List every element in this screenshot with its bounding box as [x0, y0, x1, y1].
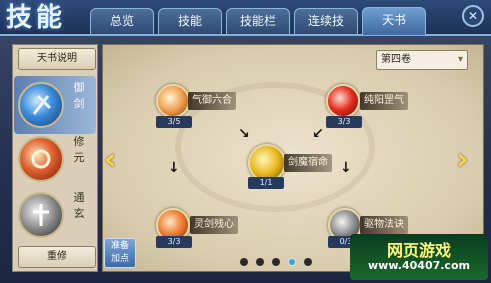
page-dot[interactable] [272, 258, 280, 266]
watermark-url: www.40407.com [368, 259, 470, 272]
reset-button[interactable]: 重修 [18, 246, 96, 268]
fire-orb-icon [18, 136, 64, 182]
skill-node-label: 驱物法诀 [360, 216, 408, 234]
sidebar-item-yujian[interactable]: 御剑 [14, 76, 96, 134]
sidebar-item-tongxuan[interactable]: 通玄 [14, 186, 96, 244]
skills-logo: 技能 [6, 3, 67, 33]
arrow-down-icon: ↓ [340, 160, 352, 176]
arrow-down-icon: ↓ [168, 160, 180, 176]
skill-node-label: 剑魔宿命 [284, 154, 332, 172]
tab-skills[interactable]: 技能 [158, 8, 222, 34]
tab-combo[interactable]: 连续技 [294, 8, 358, 34]
skill-node-count: 3/3 [156, 236, 192, 248]
sidebar-item-label: 修元 [73, 135, 85, 164]
page-dot[interactable] [256, 258, 264, 266]
tab-skill-bar[interactable]: 技能栏 [226, 8, 290, 34]
close-icon: ✕ [467, 9, 479, 23]
skill-orb-icon [326, 84, 360, 118]
arrow-down-left-icon: ↙ [312, 126, 324, 142]
chevron-down-icon: ▾ [457, 54, 463, 65]
prev-page-arrow-icon[interactable]: ‹ [104, 145, 120, 179]
next-page-arrow-icon[interactable]: › [456, 145, 472, 179]
sidebar-item-xiuyuan[interactable]: 修元 [14, 130, 96, 188]
page-dot-active[interactable] [288, 258, 296, 266]
skill-node-label: 纯阳罡气 [360, 92, 408, 110]
skill-node-label: 气御六合 [188, 92, 236, 110]
volume-select-value: 第四卷 [381, 54, 411, 65]
arrow-down-right-icon: ↘ [238, 126, 250, 142]
skill-node-count: 3/3 [326, 116, 362, 128]
skill-orb-icon [156, 84, 190, 118]
sidebar-item-label: 通玄 [73, 191, 85, 220]
close-button[interactable]: ✕ [462, 5, 484, 27]
sword-orb-icon [18, 82, 64, 128]
volume-select[interactable]: 第四卷 ▾ [376, 50, 468, 70]
allocate-points-label: 准备 加点 [110, 241, 129, 264]
skill-node-label: 灵剑残心 [190, 216, 238, 234]
watermark-title: 网页游戏 [386, 241, 451, 260]
tab-tianshu[interactable]: 天书 [362, 7, 426, 35]
site-watermark: 网页游戏 www.40407.com [350, 234, 488, 280]
sidebar-item-label: 御剑 [73, 81, 85, 110]
page-indicator [240, 258, 360, 268]
allocate-points-button[interactable]: 准备 加点 [104, 238, 136, 268]
page-dot[interactable] [304, 258, 312, 266]
tianshu-help-button[interactable]: 天书说明 [18, 48, 96, 70]
page-dot[interactable] [240, 258, 248, 266]
skill-node-count: 3/5 [156, 116, 192, 128]
tab-overview[interactable]: 总览 [90, 8, 154, 34]
skill-node-count: 1/1 [248, 177, 284, 189]
spirit-orb-icon [18, 192, 64, 238]
